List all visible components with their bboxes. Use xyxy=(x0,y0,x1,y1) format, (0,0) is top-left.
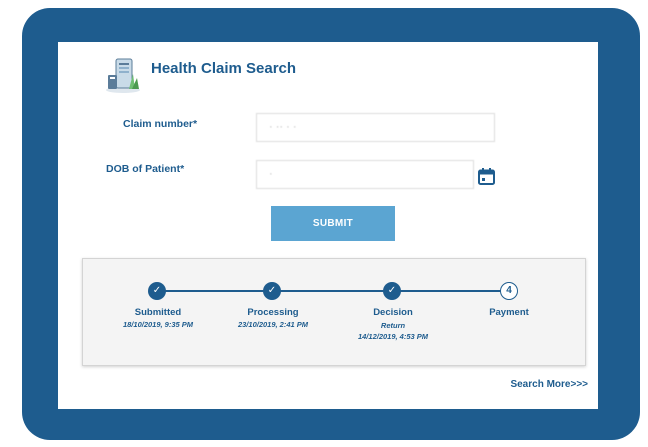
submit-button[interactable]: SUBMIT xyxy=(271,206,395,241)
search-more-link[interactable]: Search More>>> xyxy=(510,379,588,390)
calendar-icon[interactable] xyxy=(478,168,495,185)
step-decision-note: Return xyxy=(380,321,406,330)
dob-label: DOB of Patient* xyxy=(106,163,185,175)
claim-number-input[interactable]: · ·· · · xyxy=(256,113,495,142)
step-submitted-check-icon: ✓ xyxy=(148,282,166,300)
page-title: Health Claim Search xyxy=(151,60,297,77)
claim-search-card: Health Claim Search Claim number* · ·· ·… xyxy=(58,42,598,409)
step-processing-label: Processing xyxy=(247,307,299,318)
step-submitted-date: 18/10/2019, 9:35 PM xyxy=(122,320,194,329)
step-decision-check-icon: ✓ xyxy=(383,282,401,300)
step-payment-number: 4 xyxy=(500,282,518,300)
progress-line xyxy=(164,290,511,292)
step-decision-date: 14/12/2019, 4:53 PM xyxy=(357,332,429,341)
step-submitted-label: Submitted xyxy=(134,307,182,318)
step-processing-date: 23/10/2019, 2:41 PM xyxy=(237,320,309,329)
claim-number-label: Claim number* xyxy=(123,118,198,130)
dob-input[interactable]: · xyxy=(256,160,474,189)
health-claim-illustration-icon xyxy=(106,58,140,93)
step-processing-check-icon: ✓ xyxy=(263,282,281,300)
step-payment-label: Payment xyxy=(489,307,529,318)
claim-status-tracker: ✓ ✓ ✓ 4 Submitted 18/10/2019, 9:35 PM Pr… xyxy=(82,258,586,366)
step-decision-label: Decision xyxy=(373,307,413,318)
